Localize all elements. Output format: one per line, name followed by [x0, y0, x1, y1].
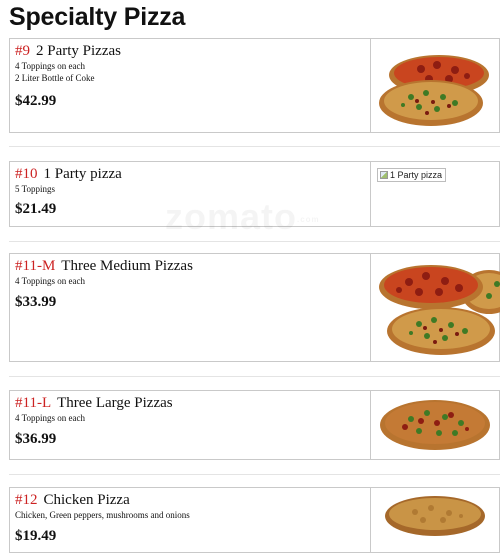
broken-image-icon — [380, 171, 388, 179]
item-number: #10 — [15, 166, 38, 182]
item-price: $36.99 — [15, 431, 57, 447]
item-image-cell — [370, 254, 500, 361]
watermark-suffix: .com — [297, 215, 320, 224]
item-price: $42.99 — [15, 93, 57, 109]
item-image-cell — [370, 488, 499, 552]
item-number: #11-M — [15, 258, 56, 274]
item-info: #12 Chicken Pizza Chicken, Green peppers,… — [10, 488, 370, 552]
item-price: $33.99 — [15, 294, 57, 310]
item-info: #9 2 Party Pizzas 4 Toppings on each 2 Li… — [10, 39, 370, 132]
item-description: 4 Toppings on each — [15, 61, 85, 71]
item-price: $19.49 — [15, 528, 57, 544]
menu-item-11-m: #11-M Three Medium Pizzas 4 Toppings on e… — [9, 253, 500, 362]
item-description-extra: 2 Liter Bottle of Coke — [15, 73, 95, 83]
item-image-cell: 1 Party pizza — [370, 162, 499, 226]
item-description: 5 Toppings — [15, 184, 55, 194]
pizza-image — [379, 265, 500, 355]
menu-item-12: #12 Chicken Pizza Chicken, Green peppers,… — [9, 487, 500, 553]
pizza-image — [380, 400, 490, 450]
page-title: Specialty Pizza — [9, 3, 186, 31]
menu-item-11-l: #11-L Three Large Pizzas 4 Toppings on ea… — [9, 390, 500, 460]
menu-item-9: #9 2 Party Pizzas 4 Toppings on each 2 Li… — [9, 38, 500, 133]
item-info: #11-M Three Medium Pizzas 4 Toppings on e… — [10, 254, 370, 361]
item-name: Three Medium Pizzas — [61, 258, 193, 274]
item-name: Three Large Pizzas — [57, 395, 173, 411]
divider — [9, 474, 500, 475]
item-description: 4 Toppings on each — [15, 413, 85, 423]
watermark: zomato.com — [165, 196, 320, 238]
item-number: #11-L — [15, 395, 52, 411]
divider — [9, 241, 500, 242]
item-number: #12 — [15, 492, 38, 508]
watermark-text: zomato — [165, 196, 297, 237]
divider — [9, 376, 500, 377]
item-name: Chicken Pizza — [43, 492, 130, 508]
divider — [9, 146, 500, 147]
image-alt-text: 1 Party pizza — [390, 170, 443, 180]
item-name: 2 Party Pizzas — [36, 43, 121, 59]
item-description: Chicken, Green peppers, mushrooms and on… — [15, 510, 190, 520]
item-image-cell — [370, 391, 499, 459]
item-name: 1 Party pizza — [43, 166, 122, 182]
item-image-cell — [370, 39, 499, 132]
pizza-image — [379, 55, 489, 126]
pizza-image — [385, 496, 485, 536]
broken-image: 1 Party pizza — [377, 168, 447, 182]
item-info: #11-L Three Large Pizzas 4 Toppings on ea… — [10, 391, 370, 459]
item-description: 4 Toppings on each — [15, 276, 85, 286]
item-number: #9 — [15, 43, 30, 59]
